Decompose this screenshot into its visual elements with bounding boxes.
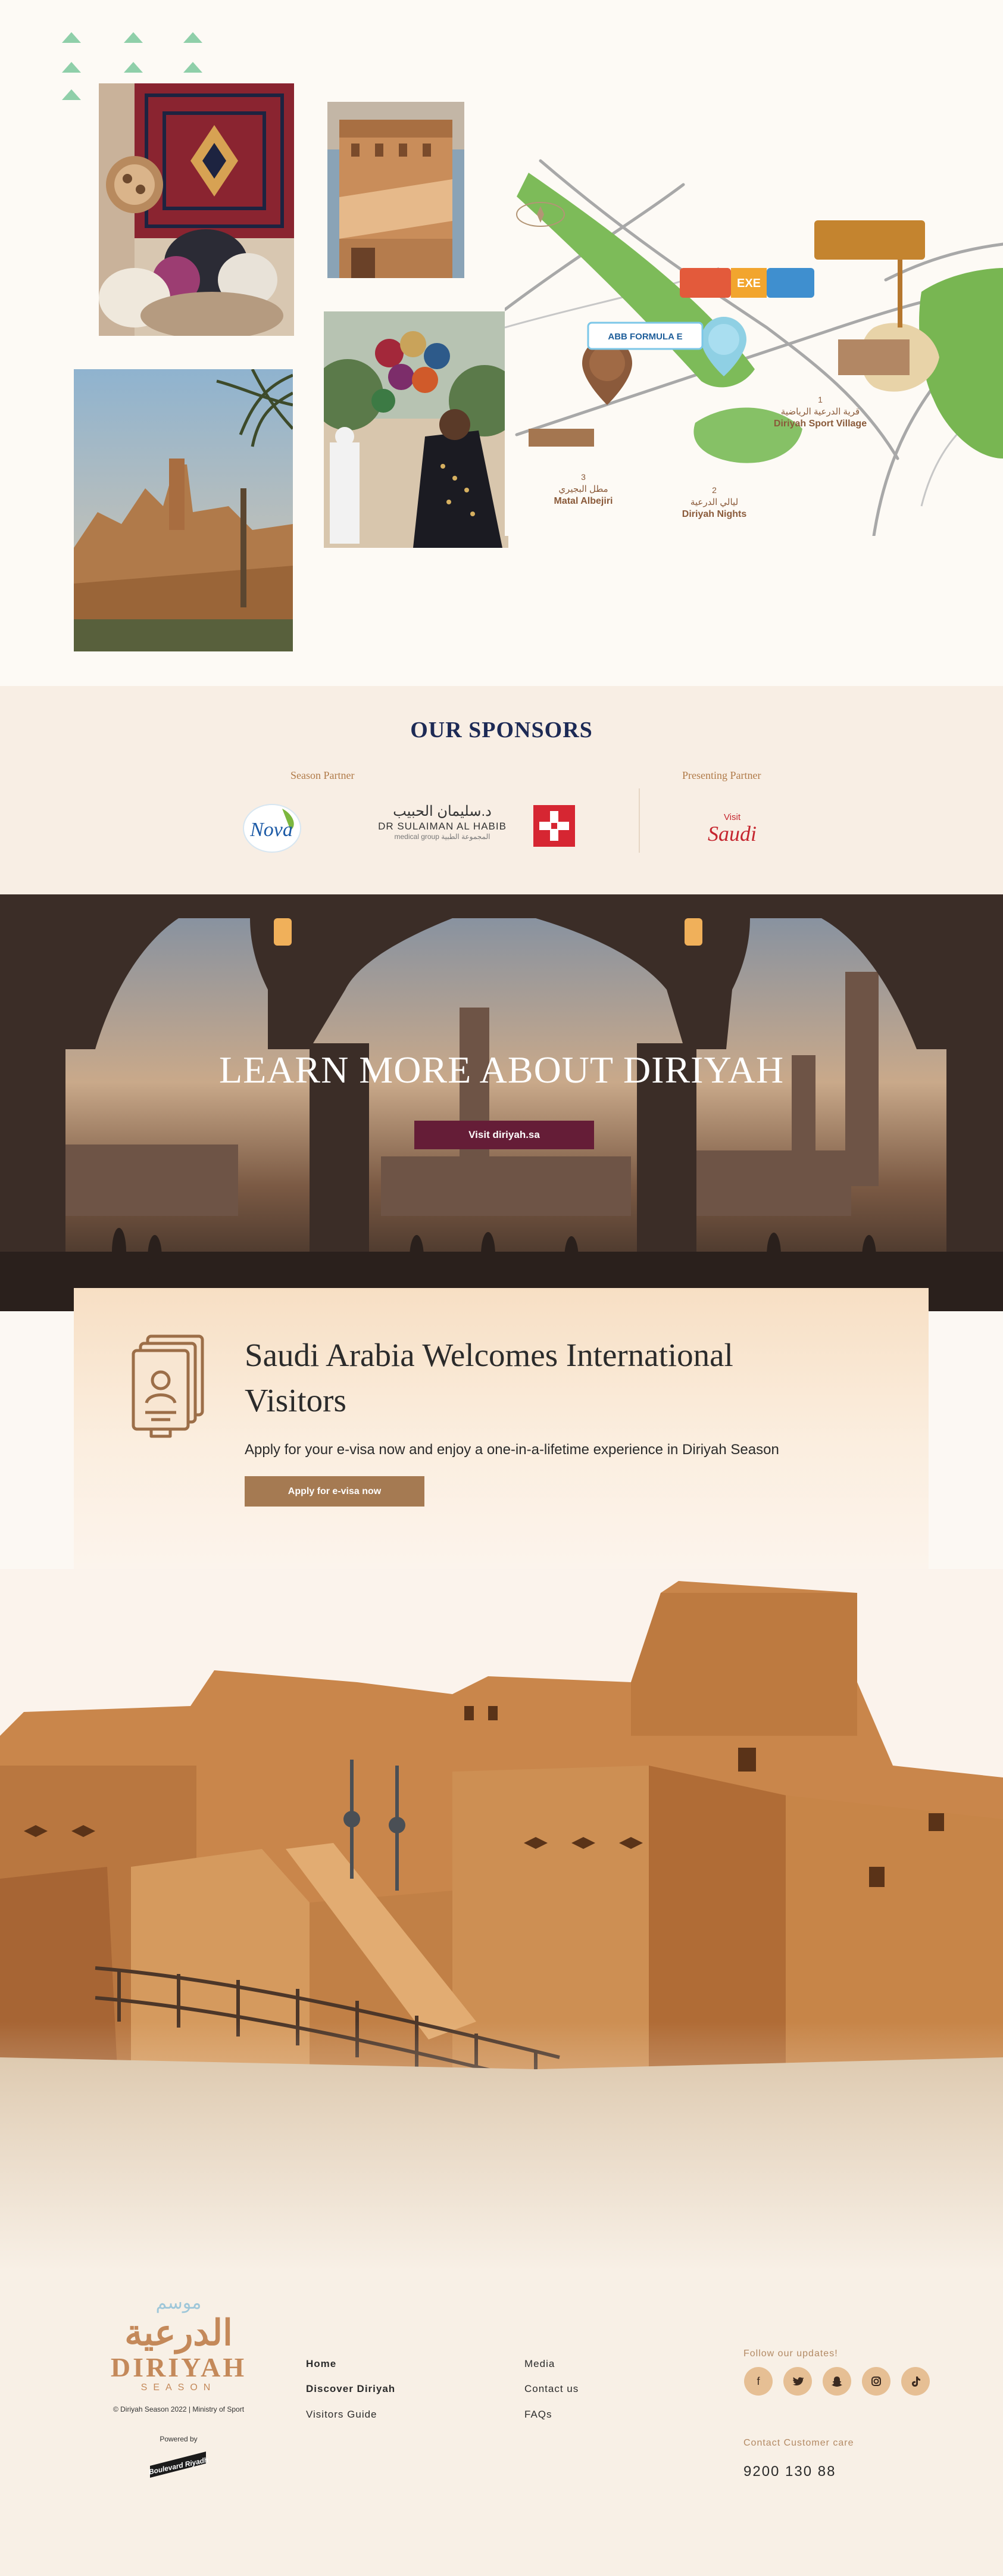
tennis-sign — [814, 220, 925, 260]
nova-logo[interactable]: Nova — [240, 803, 304, 854]
sponsors-title: OUR SPONSORS — [410, 718, 593, 743]
zone-3-number: 3 — [581, 472, 586, 482]
passport-icon — [127, 1333, 211, 1440]
zone-2-arabic: ليالي الدرعية — [690, 497, 738, 507]
mud-architecture-section — [0, 1569, 1003, 2272]
zone-2-number: 2 — [712, 485, 717, 495]
facebook-icon[interactable]: f — [744, 2367, 773, 2396]
svg-text:EXE: EXE — [737, 277, 761, 290]
decorative-triangle — [183, 62, 202, 73]
instagram-icon[interactable] — [862, 2367, 890, 2396]
zone-3-arabic: مطل البجيري — [558, 484, 608, 494]
diriyah-season-logo[interactable]: موسم الدرعية DIRIYAH SEASON — [77, 2293, 280, 2412]
footer-link-faqs[interactable]: FAQs — [524, 2409, 552, 2421]
season-partner-label: Season Partner — [290, 769, 355, 781]
decorative-triangle — [62, 62, 81, 73]
decorative-triangle — [62, 89, 81, 100]
photo-carpet-gathering — [99, 83, 294, 336]
footer-link-discover-diriyah[interactable]: Discover Diriyah — [306, 2383, 395, 2395]
zone-1-arabic: قرية الدرعية الرياضية — [781, 407, 860, 417]
habib-emblem-icon — [533, 805, 575, 847]
footer-link-media[interactable]: Media — [524, 2358, 555, 2370]
footer-link-home[interactable]: Home — [306, 2358, 336, 2370]
follow-label: Follow our updates! — [743, 2349, 838, 2359]
evisa-card: Saudi Arabia Welcomes International Visi… — [74, 1288, 929, 1569]
visit-saudi-logo[interactable]: Visit Saudi — [690, 812, 774, 850]
customer-care-label: Contact Customer care — [743, 2438, 854, 2448]
dr-sulaiman-al-habib-logo[interactable]: د.سليمان الحبيب DR SULAIMAN AL HABIB med… — [362, 803, 523, 850]
sponsor-divider — [639, 788, 640, 853]
decorative-triangle — [124, 32, 143, 43]
snapchat-icon[interactable] — [823, 2367, 851, 2396]
photo-mud-building — [327, 102, 464, 278]
decorative-triangle — [183, 32, 202, 43]
diriyah-map[interactable]: ABB FORMULA E EXE 1 قرية الدرعية الرياضي… — [505, 149, 1003, 536]
evisa-heading: Saudi Arabia Welcomes International Visi… — [245, 1337, 733, 1418]
sponsors-section: OUR SPONSORS Season Partner Presenting P… — [0, 686, 1003, 894]
zone-1-name: Diriyah Sport Village — [774, 419, 867, 429]
presenting-partner-label: Presenting Partner — [682, 769, 761, 781]
zone-1-number: 1 — [818, 395, 823, 404]
footer-link-visitors-guide[interactable]: Visitors Guide — [306, 2409, 377, 2421]
visit-diriyah-button[interactable]: Visit diriyah.sa — [414, 1121, 594, 1149]
svg-text:Nova: Nova — [249, 819, 293, 841]
tiktok-icon[interactable] — [901, 2367, 930, 2396]
site-footer: موسم الدرعية DIRIYAH SEASON © Diriyah Se… — [0, 2272, 1003, 2576]
photo-traditional-costume — [324, 311, 508, 548]
zone-3-name: Matal Albejiri — [554, 496, 613, 506]
twitter-icon[interactable] — [783, 2367, 812, 2396]
copyright-text: © Diriyah Season 2022 | Ministry of Spor… — [113, 2405, 245, 2413]
zone-2-name: Diriyah Nights — [682, 509, 747, 519]
learn-more-hero: LEARN MORE ABOUT DIRIYAH Visit diriyah.s… — [0, 894, 1003, 1311]
evisa-description: Apply for your e-visa now and enjoy a on… — [245, 1442, 779, 1458]
customer-care-phone[interactable]: 9200 130 88 — [743, 2463, 836, 2480]
decorative-triangle — [62, 32, 81, 43]
photo-palms-ruins — [74, 369, 293, 651]
boulevard-riyadh-logo[interactable]: Boulevard Riyadh — [146, 2448, 211, 2479]
powered-by-label: Powered by — [160, 2435, 198, 2443]
hero-heading: LEARN MORE ABOUT DIRIYAH — [218, 1049, 785, 1091]
hero-background-image — [0, 894, 1003, 1311]
footer-link-contact-us[interactable]: Contact us — [524, 2383, 579, 2395]
gallery-section: ABB FORMULA E EXE 1 قرية الدرعية الرياضي… — [0, 0, 1003, 686]
apply-evisa-button[interactable]: Apply for e-visa now — [245, 1476, 424, 1507]
decorative-triangle — [124, 62, 143, 73]
formula-e-label: ABB FORMULA E — [608, 332, 682, 342]
mud-buildings-illustration — [0, 1569, 1003, 2272]
